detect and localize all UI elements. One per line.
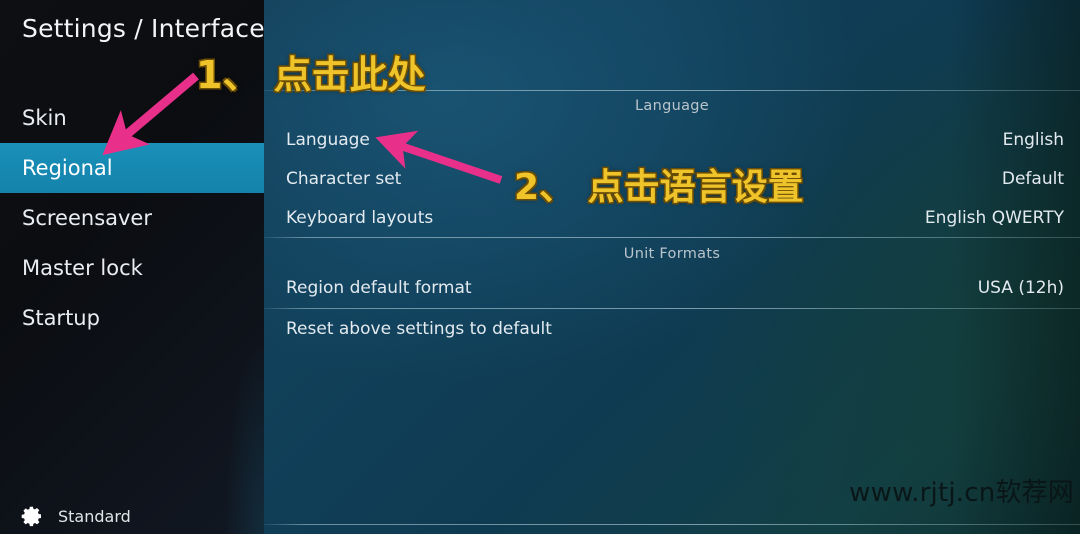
- setting-value: English QWERTY: [924, 208, 1064, 228]
- sidebar-item-label: Startup: [22, 306, 100, 330]
- watermark: www.rjtj.cn软荐网: [849, 478, 1074, 508]
- setting-row-region-default-format[interactable]: Region default format USA (12h): [264, 271, 1080, 305]
- page-title: Settings / Interface: [22, 14, 264, 43]
- setting-row-reset-to-default[interactable]: Reset above settings to default: [264, 312, 1080, 346]
- setting-label: Reset above settings to default: [286, 319, 552, 339]
- setting-label: Character set: [286, 169, 402, 189]
- annotation-step-2: 2、 点击语言设置: [514, 167, 804, 208]
- setting-value: Default: [1001, 169, 1064, 189]
- sidebar-nav-list: Skin Regional Screensaver Master lock St…: [0, 93, 264, 343]
- sidebar-item-screensaver[interactable]: Screensaver: [0, 193, 264, 243]
- setting-label: Keyboard layouts: [286, 208, 434, 228]
- sidebar-item-label: Master lock: [22, 256, 143, 280]
- sidebar-item-master-lock[interactable]: Master lock: [0, 243, 264, 293]
- annotation-step-1: 1、 点击此处: [196, 53, 426, 97]
- kodi-settings-screen: Settings / Interface Skin Regional Scree…: [0, 0, 1080, 534]
- setting-label: Language: [286, 130, 370, 150]
- separator: [264, 524, 1080, 525]
- sidebar-item-label: Skin: [22, 106, 67, 130]
- sidebar-item-regional[interactable]: Regional: [0, 143, 264, 193]
- sidebar-item-startup[interactable]: Startup: [0, 293, 264, 343]
- setting-label: Region default format: [286, 278, 472, 298]
- setting-value: USA (12h): [977, 278, 1064, 298]
- settings-level-selector[interactable]: Standard: [20, 504, 131, 528]
- group-header-unit-formats: Unit Formats: [623, 246, 721, 262]
- settings-level-label: Standard: [58, 506, 131, 526]
- separator: [264, 237, 1080, 238]
- sidebar-item-label: Regional: [22, 156, 113, 180]
- sidebar-item-skin[interactable]: Skin: [0, 93, 264, 143]
- gear-icon: [20, 504, 44, 528]
- group-header-language: Language: [635, 98, 709, 114]
- setting-value: English: [1002, 130, 1064, 150]
- sidebar-item-label: Screensaver: [22, 206, 152, 230]
- setting-row-language[interactable]: Language English: [264, 123, 1080, 157]
- separator: [264, 308, 1080, 309]
